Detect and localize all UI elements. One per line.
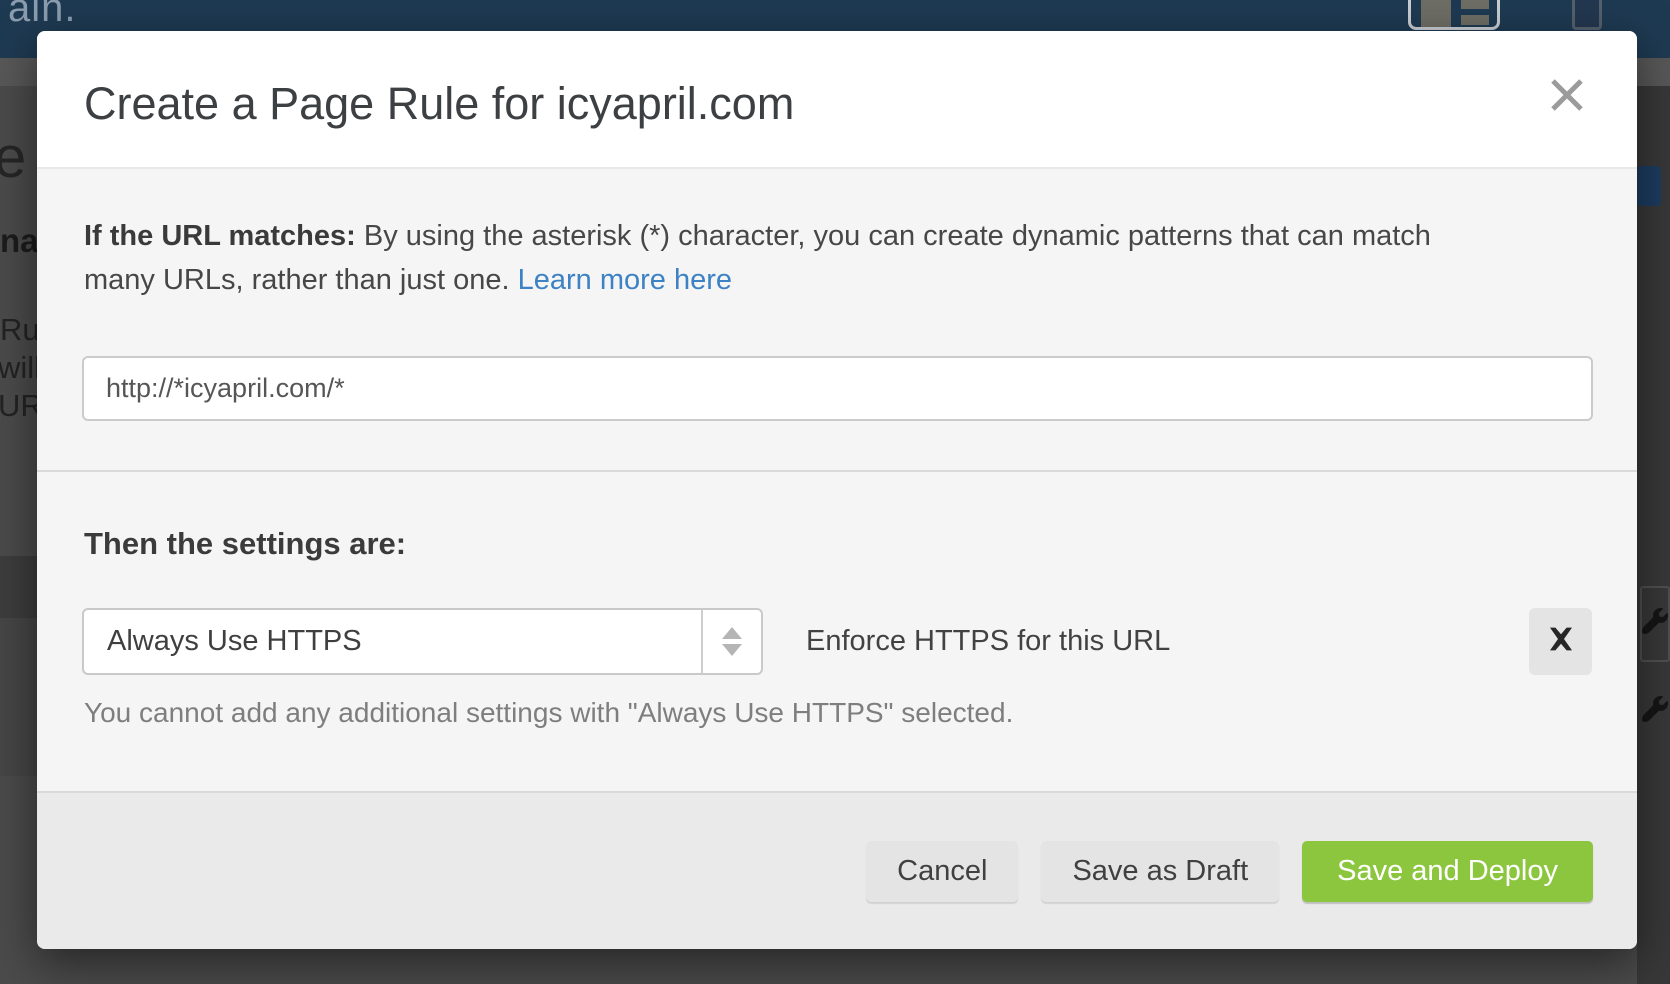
background-text-fragment-domain: ain. bbox=[8, 0, 77, 31]
url-match-description: If the URL matches: By using the asteris… bbox=[84, 214, 1431, 302]
background-text-fragment: Ru bbox=[0, 312, 40, 348]
dialog-title: Create a Page Rule for icyapril.com bbox=[84, 78, 794, 130]
setting-select-value: Always Use HTTPS bbox=[84, 625, 701, 658]
layout-icon-square bbox=[1421, 0, 1451, 27]
remove-setting-button[interactable] bbox=[1529, 608, 1592, 675]
save-as-draft-button[interactable]: Save as Draft bbox=[1041, 841, 1279, 902]
settings-heading: Then the settings are: bbox=[84, 526, 406, 562]
section-divider bbox=[37, 470, 1637, 472]
setting-select[interactable]: Always Use HTTPS bbox=[82, 608, 763, 675]
arrow-up-icon bbox=[722, 627, 742, 639]
cancel-button[interactable]: Cancel bbox=[866, 841, 1018, 902]
background-text-fragment: e bbox=[0, 124, 26, 191]
learn-more-link[interactable]: Learn more here bbox=[518, 264, 732, 296]
background-panel-icon bbox=[1572, 0, 1602, 30]
background-layout-icon bbox=[1408, 0, 1500, 30]
arrow-down-icon bbox=[722, 644, 742, 656]
screen: ain. e nav Ru will UR Create a Page Rule… bbox=[0, 0, 1670, 984]
dialog-footer: Cancel Save as Draft Save and Deploy bbox=[37, 791, 1637, 949]
close-button[interactable] bbox=[1547, 77, 1587, 117]
url-pattern-input[interactable] bbox=[82, 356, 1593, 421]
background-table-band bbox=[0, 556, 37, 618]
url-match-text-line2: many URLs, rather than just one. bbox=[84, 264, 510, 296]
wrench-icon bbox=[1642, 696, 1668, 727]
layout-icon-bar bbox=[1461, 15, 1489, 25]
heavy-x-icon bbox=[1547, 625, 1575, 658]
up-down-arrows-icon[interactable] bbox=[701, 610, 761, 673]
layout-icon-bar bbox=[1461, 0, 1489, 9]
url-match-label: If the URL matches: bbox=[84, 220, 356, 252]
background-right-strip bbox=[1637, 86, 1670, 984]
dialog-header: Create a Page Rule for icyapril.com bbox=[37, 31, 1637, 169]
setting-description: Enforce HTTPS for this URL bbox=[806, 608, 1170, 675]
save-and-deploy-button[interactable]: Save and Deploy bbox=[1302, 841, 1593, 902]
background-table-band bbox=[0, 618, 37, 776]
close-x-icon bbox=[1549, 77, 1585, 118]
background-blue-button-edge bbox=[1637, 166, 1661, 206]
background-text-fragment: will bbox=[0, 350, 41, 386]
url-match-text-line1: By using the asterisk (*) character, you… bbox=[364, 220, 1431, 252]
create-page-rule-dialog: Create a Page Rule for icyapril.com If t… bbox=[37, 31, 1637, 949]
wrench-icon bbox=[1642, 608, 1668, 639]
settings-note: You cannot add any additional settings w… bbox=[84, 697, 1013, 729]
